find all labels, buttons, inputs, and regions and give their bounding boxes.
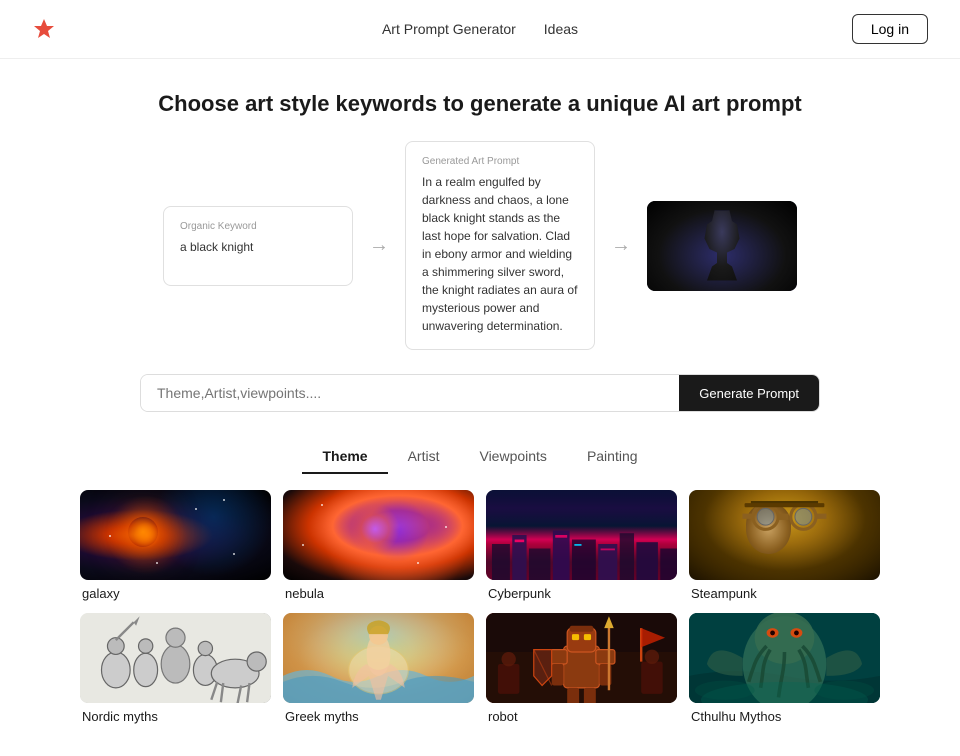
grid-label-galaxy: galaxy bbox=[80, 586, 271, 601]
organic-label: Organic Keyword bbox=[180, 221, 336, 232]
grid-item-cyberpunk[interactable]: Cyberpunk bbox=[486, 490, 677, 601]
hero-section: Choose art style keywords to generate a … bbox=[0, 59, 960, 141]
organic-value: a black knight bbox=[180, 238, 336, 256]
arrow-right-icon-2: → bbox=[611, 234, 631, 257]
demo-section: Organic Keyword a black knight → Generat… bbox=[0, 141, 960, 374]
grid-image-greek bbox=[283, 613, 474, 703]
grid-item-galaxy[interactable]: galaxy bbox=[80, 490, 271, 601]
grid-item-cthulhu[interactable]: Cthulhu Mythos bbox=[689, 613, 880, 724]
grid-label-nordic: Nordic myths bbox=[80, 709, 271, 724]
main-nav: Art Prompt Generator Ideas bbox=[382, 21, 578, 37]
grid-image-galaxy bbox=[80, 490, 271, 580]
grid-label-steampunk: Steampunk bbox=[689, 586, 880, 601]
grid-item-robot[interactable]: robot bbox=[486, 613, 677, 724]
tab-painting[interactable]: Painting bbox=[567, 440, 658, 474]
arrow-right-icon-1: → bbox=[369, 234, 389, 257]
tab-artist[interactable]: Artist bbox=[388, 440, 460, 474]
generated-prompt-card: Generated Art Prompt In a realm engulfed… bbox=[405, 141, 595, 350]
login-button[interactable]: Log in bbox=[852, 14, 928, 44]
grid-image-nordic bbox=[80, 613, 271, 703]
tab-theme[interactable]: Theme bbox=[302, 440, 387, 474]
search-section: Generate Prompt bbox=[0, 374, 960, 440]
grid-item-greek[interactable]: Greek myths bbox=[283, 613, 474, 724]
page-title: Choose art style keywords to generate a … bbox=[0, 91, 960, 117]
tab-viewpoints[interactable]: Viewpoints bbox=[459, 440, 566, 474]
grid-image-cyberpunk bbox=[486, 490, 677, 580]
grid-item-steampunk[interactable]: Steampunk bbox=[689, 490, 880, 601]
logo-icon bbox=[32, 17, 56, 41]
grid-image-robot bbox=[486, 613, 677, 703]
grid-label-robot: robot bbox=[486, 709, 677, 724]
grid-label-cyberpunk: Cyberpunk bbox=[486, 586, 677, 601]
grid-label-nebula: nebula bbox=[283, 586, 474, 601]
generated-text: In a realm engulfed by darkness and chao… bbox=[422, 173, 578, 335]
grid-label-cthulhu: Cthulhu Mythos bbox=[689, 709, 880, 724]
nav-art-prompt[interactable]: Art Prompt Generator bbox=[382, 21, 516, 37]
grid-image-steampunk bbox=[689, 490, 880, 580]
generate-button[interactable]: Generate Prompt bbox=[679, 375, 819, 411]
tabs-section: Theme Artist Viewpoints Painting bbox=[0, 440, 960, 490]
organic-keyword-card: Organic Keyword a black knight bbox=[163, 206, 353, 286]
grid-image-cthulhu bbox=[689, 613, 880, 703]
header: Art Prompt Generator Ideas Log in bbox=[0, 0, 960, 59]
grid-item-nordic[interactable]: Nordic myths bbox=[80, 613, 271, 724]
grid-image-nebula bbox=[283, 490, 474, 580]
generated-label: Generated Art Prompt bbox=[422, 156, 578, 167]
knight-silhouette bbox=[697, 211, 747, 281]
logo-area bbox=[32, 17, 56, 41]
grid-label-greek: Greek myths bbox=[283, 709, 474, 724]
image-grid: galaxy nebula bbox=[0, 490, 960, 756]
nav-ideas[interactable]: Ideas bbox=[544, 21, 578, 37]
search-bar: Generate Prompt bbox=[140, 374, 820, 412]
search-input[interactable] bbox=[141, 375, 679, 411]
demo-result-image bbox=[647, 201, 797, 291]
grid-item-nebula[interactable]: nebula bbox=[283, 490, 474, 601]
